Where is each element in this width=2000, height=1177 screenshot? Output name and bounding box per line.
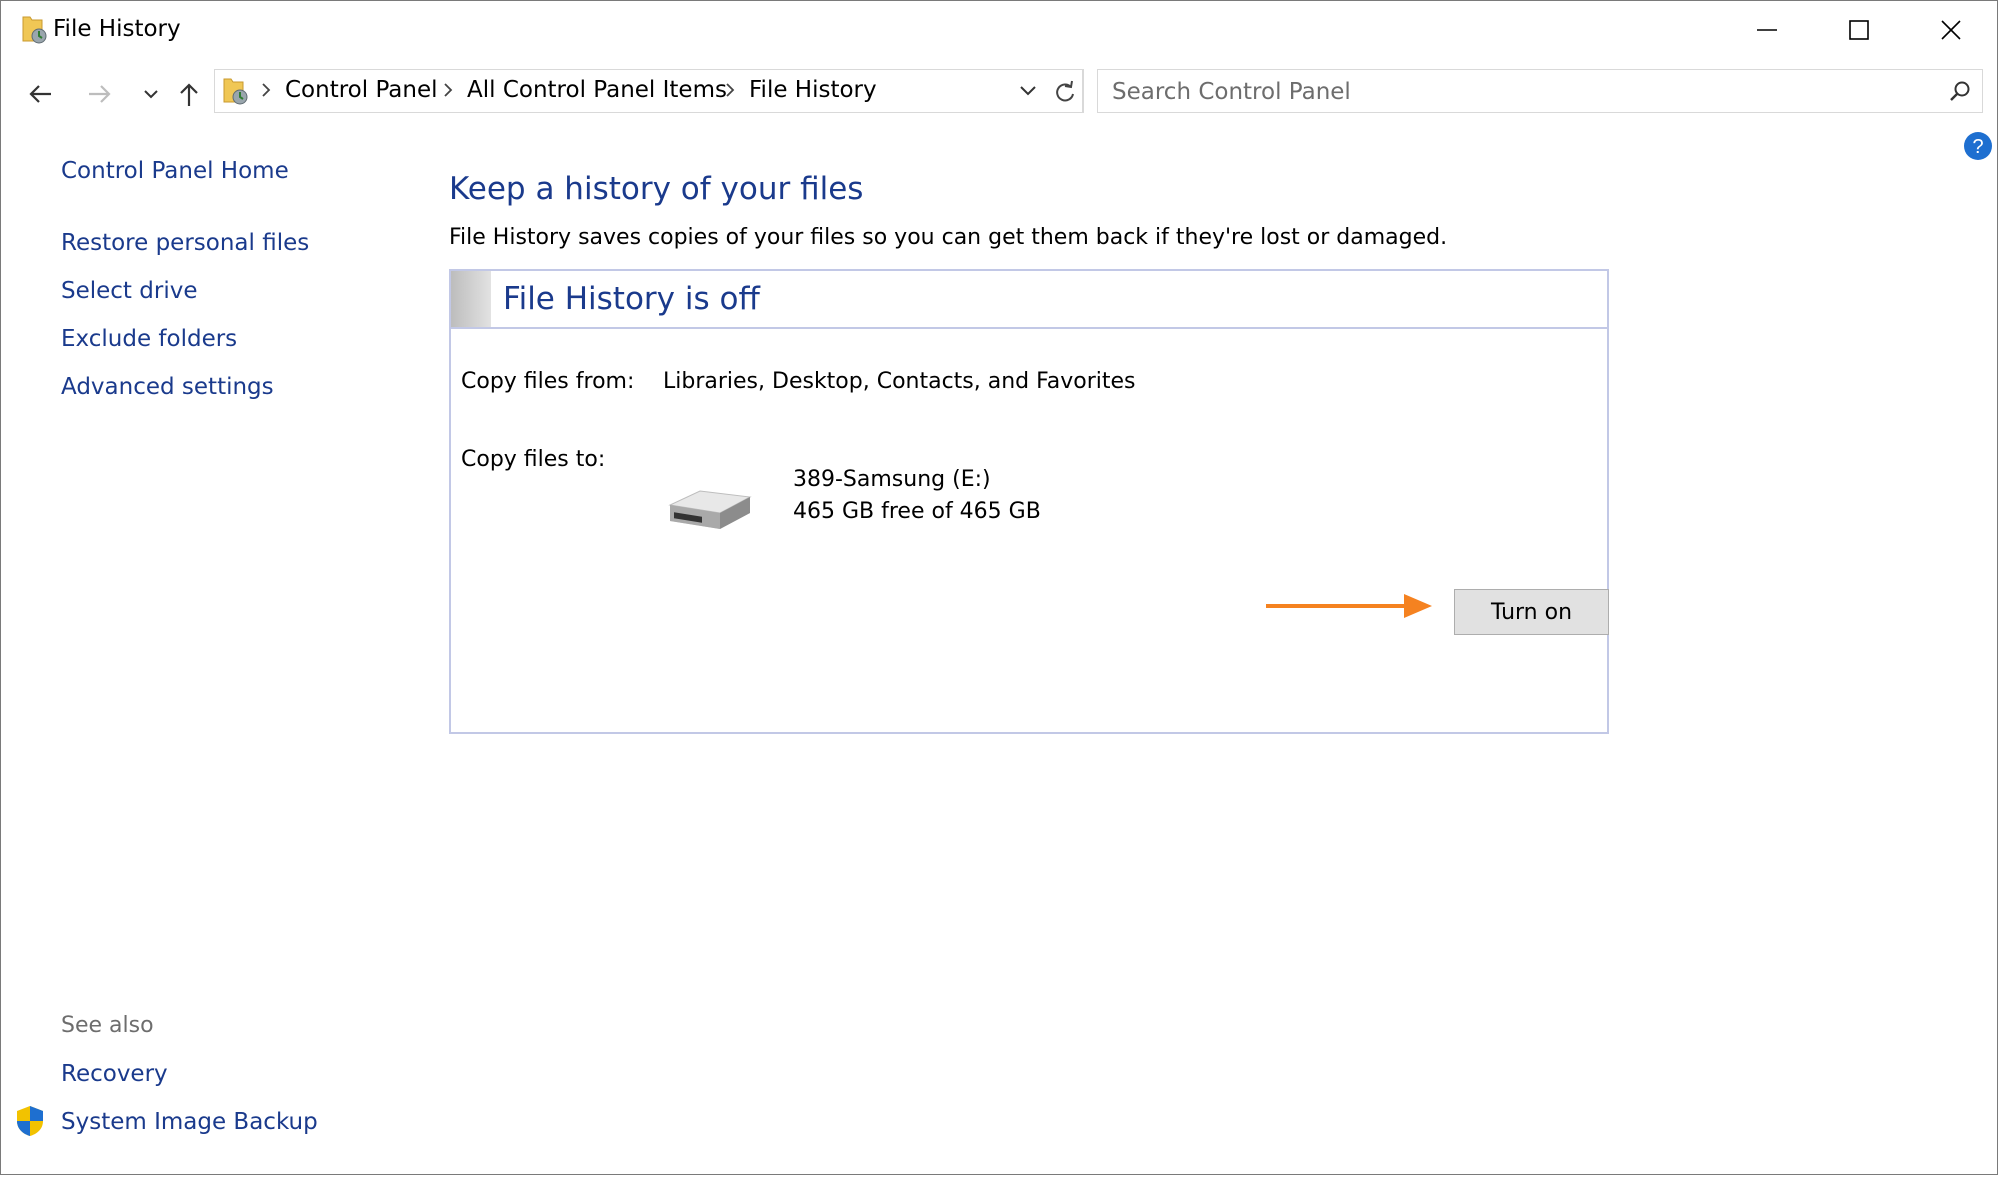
annotation-arrow-icon <box>1266 594 1432 618</box>
address-dropdown-icon[interactable] <box>1015 78 1041 104</box>
exclude-folders-link[interactable]: Exclude folders <box>61 326 237 352</box>
maximize-button[interactable] <box>1813 1 1905 59</box>
search-box[interactable] <box>1097 69 1983 113</box>
recent-locations-icon <box>144 90 158 99</box>
shield-icon <box>17 1106 43 1136</box>
copy-from-label: Copy files from: <box>461 369 635 394</box>
forward-arrow-icon <box>89 85 111 103</box>
status-header: File History is off <box>451 271 1607 329</box>
drive-name: 389-Samsung (E:) <box>793 467 991 492</box>
svg-text:?: ? <box>1972 136 1983 158</box>
copy-from-value: Libraries, Desktop, Contacts, and Favori… <box>663 369 1136 394</box>
status-indicator <box>451 271 491 327</box>
breadcrumb-control-panel[interactable]: Control Panel <box>285 77 438 103</box>
close-icon <box>1941 20 1961 40</box>
up-arrow-icon <box>180 83 198 106</box>
maximize-icon <box>1849 20 1869 40</box>
help-icon[interactable]: ? <box>1963 131 1993 161</box>
navigation-bar: Control Panel All Control Panel Items Fi… <box>1 67 1997 119</box>
breadcrumb-separator-icon <box>262 83 271 97</box>
file-history-icon <box>22 16 47 44</box>
breadcrumb-separator-icon <box>444 83 453 97</box>
left-navigation-pane: Control Panel Home Restore personal file… <box>1 141 421 1174</box>
refresh-button[interactable] <box>1046 69 1084 113</box>
address-bar[interactable]: Control Panel All Control Panel Items Fi… <box>214 69 1083 113</box>
window-title: File History <box>53 16 181 42</box>
restore-personal-files-link[interactable]: Restore personal files <box>61 230 309 256</box>
title-bar: File History <box>1 1 1997 59</box>
refresh-icon <box>1056 80 1074 102</box>
advanced-settings-link[interactable]: Advanced settings <box>61 374 274 400</box>
close-button[interactable] <box>1905 1 1997 59</box>
hard-drive-icon <box>668 490 752 529</box>
minimize-button[interactable] <box>1721 1 1813 59</box>
minimize-icon <box>1757 29 1777 31</box>
back-arrow-icon <box>29 85 51 103</box>
page-description: File History saves copies of your files … <box>449 225 1448 250</box>
breadcrumb-file-history[interactable]: File History <box>749 77 877 103</box>
control-panel-home-link[interactable]: Control Panel Home <box>61 158 289 184</box>
breadcrumb-all-items[interactable]: All Control Panel Items <box>467 77 727 103</box>
see-also-heading: See also <box>61 1013 154 1038</box>
select-drive-link[interactable]: Select drive <box>61 278 197 304</box>
system-image-backup-link[interactable]: System Image Backup <box>61 1109 318 1135</box>
back-button[interactable] <box>23 76 59 112</box>
search-input[interactable] <box>1110 76 1914 108</box>
breadcrumb-separator-icon <box>726 83 735 97</box>
up-button[interactable] <box>171 76 207 112</box>
recovery-link[interactable]: Recovery <box>61 1061 168 1087</box>
search-icon[interactable] <box>1948 80 1972 104</box>
turn-on-button[interactable]: Turn on <box>1454 589 1609 635</box>
control-panel-icon <box>223 78 248 105</box>
copy-to-label: Copy files to: <box>461 447 606 472</box>
file-history-window: File History Control Panel All Control P… <box>0 0 1998 1175</box>
recent-locations-button[interactable] <box>133 76 169 112</box>
page-heading: Keep a history of your files <box>449 171 864 207</box>
file-history-status-box: File History is off Copy files from: Lib… <box>449 269 1609 734</box>
drive-free-space: 465 GB free of 465 GB <box>793 499 1041 524</box>
status-title: File History is off <box>503 281 760 317</box>
forward-button[interactable] <box>81 76 117 112</box>
